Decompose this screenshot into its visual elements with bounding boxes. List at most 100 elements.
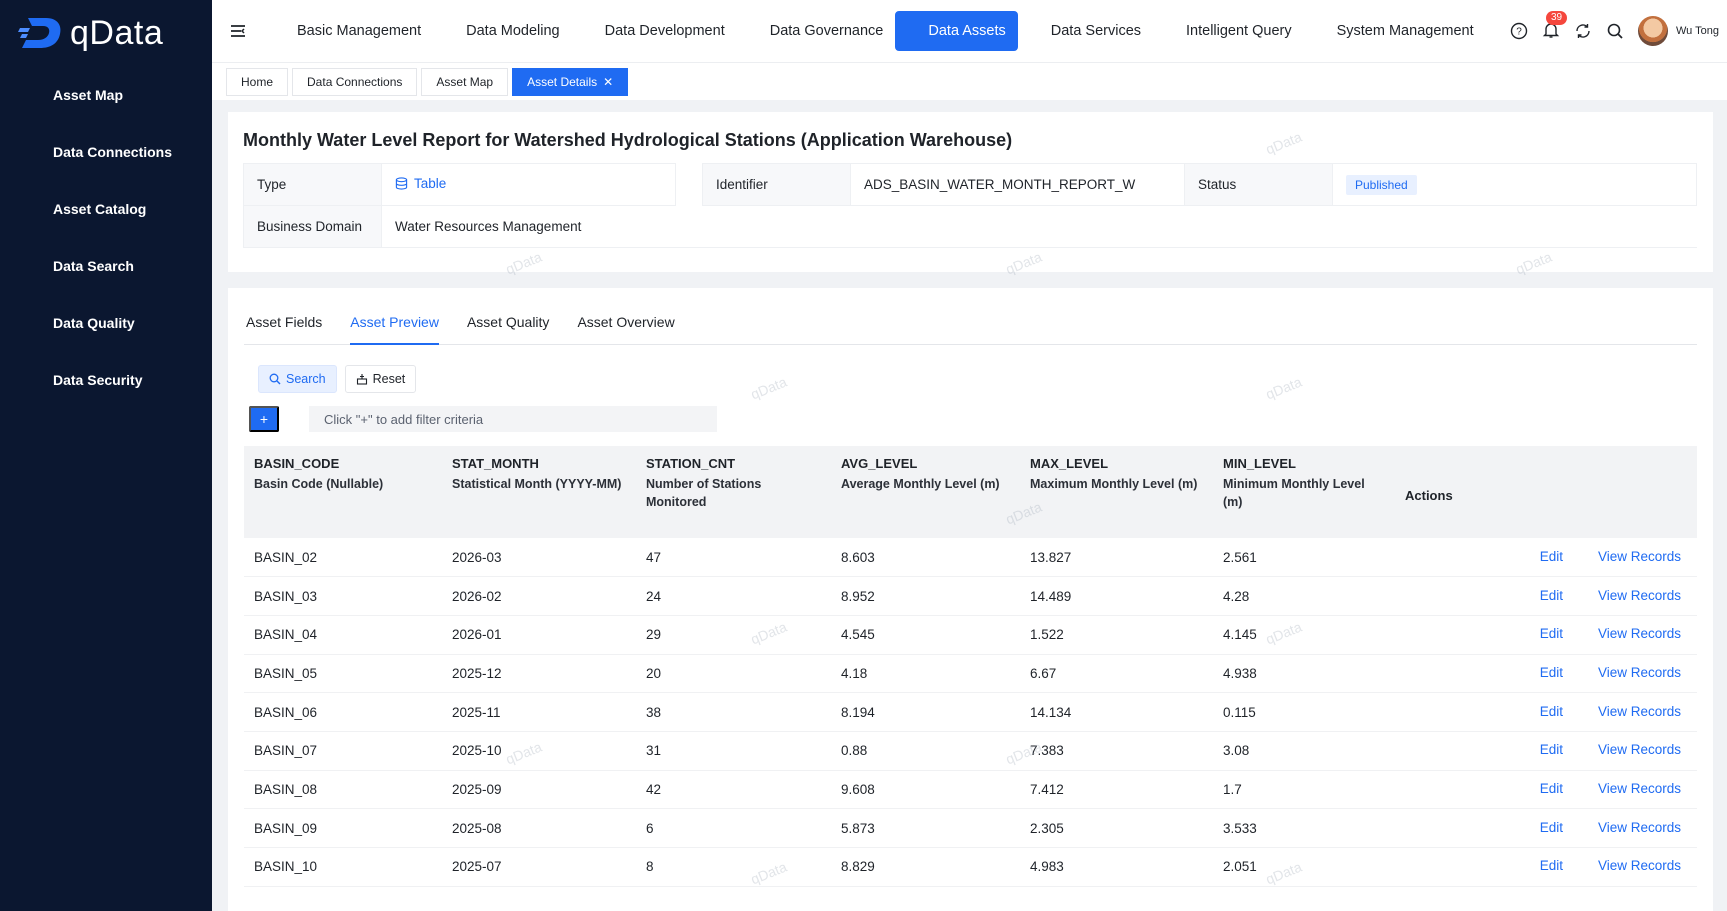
sort-icon[interactable] [452, 497, 462, 511]
sort-icon[interactable] [254, 497, 264, 511]
connection-icon [20, 143, 37, 160]
sidebar-item-label: Data Security [53, 371, 143, 388]
column-header-min_level[interactable]: MIN_LEVEL Minimum Monthly Level (m) [1213, 446, 1393, 538]
column-header-stat_month[interactable]: STAT_MONTH Statistical Month (YYYY-MM) [442, 446, 636, 538]
sidebar-item-data-search[interactable]: Data Search [0, 237, 212, 294]
cell-avg_level: 0.88 [831, 731, 1020, 771]
notification-button[interactable]: 39 [1542, 10, 1568, 42]
user-avatar[interactable] [1637, 16, 1668, 46]
sidebar-item-label: Asset Catalog [53, 200, 147, 217]
view-records-button[interactable]: View Records [1579, 742, 1681, 757]
refresh-icon[interactable] [1574, 22, 1592, 40]
column-header-basin_code[interactable]: BASIN_CODE Basin Code (Nullable) [244, 446, 442, 538]
edit-button[interactable]: Edit [1521, 742, 1563, 757]
view-records-button[interactable]: View Records [1579, 858, 1681, 873]
topnav-data-modeling[interactable]: Data Modeling [433, 11, 572, 51]
hourglass-icon [1030, 24, 1044, 38]
topnav-intelligent-query[interactable]: Intelligent Query [1153, 11, 1304, 51]
view-records-button[interactable]: View Records [1579, 549, 1681, 564]
help-icon[interactable]: ? [1510, 22, 1528, 40]
sidebar-item-data-quality[interactable]: Data Quality [0, 294, 212, 351]
edit-pencil-icon [1521, 666, 1534, 679]
edit-button[interactable]: Edit [1521, 626, 1563, 641]
sort-icon[interactable] [646, 515, 656, 529]
column-header-station_cnt[interactable]: STATION_CNT Number of Stations Monitored [636, 446, 831, 538]
sort-icon[interactable] [841, 497, 851, 511]
reset-button[interactable]: Reset [344, 365, 417, 393]
asset-info-card: Monthly Water Level Report for Watershed… [228, 112, 1713, 272]
domain-value: Water Resources Management [381, 205, 1697, 248]
governance-icon [749, 24, 763, 38]
cell-station_cnt: 38 [636, 692, 831, 732]
column-header-max_level[interactable]: MAX_LEVEL Maximum Monthly Level (m) [1020, 446, 1213, 538]
topnav-basic-management[interactable]: Basic Management [264, 11, 433, 51]
column-header-actions: Actions [1393, 446, 1697, 538]
subtab-asset-quality[interactable]: Asset Quality [467, 314, 549, 344]
menu-collapse-icon [231, 25, 245, 37]
tab-home[interactable]: Home [226, 67, 289, 96]
view-records-button[interactable]: View Records [1579, 588, 1681, 603]
brand-logo[interactable]: qData [0, 0, 212, 66]
edit-button[interactable]: Edit [1521, 704, 1563, 719]
row-actions: Edit View Records [1393, 847, 1697, 887]
settings-icon [1316, 24, 1330, 38]
tab-asset-details[interactable]: Asset Details ✕ [512, 67, 629, 96]
sidebar-item-asset-map[interactable]: Asset Map [0, 66, 212, 123]
sidebar-item-data-security[interactable]: Data Security [0, 351, 212, 408]
sort-icon[interactable] [1030, 497, 1040, 511]
topnav-data-services[interactable]: Data Services [1018, 11, 1153, 51]
filter-criteria-input[interactable]: Click "+" to add filter criteria [309, 406, 717, 432]
view-records-button[interactable]: View Records [1579, 704, 1681, 719]
topnav-system-management[interactable]: System Management [1304, 11, 1486, 51]
document-icon [584, 24, 598, 38]
cell-basin_code: BASIN_03 [244, 576, 442, 616]
cell-avg_level: 8.194 [831, 692, 1020, 732]
search-button[interactable]: Search [258, 365, 337, 393]
cell-min_level: 2.051 [1213, 847, 1393, 887]
tab-data-connections[interactable]: Data Connections [292, 67, 418, 96]
status-badge: Published [1346, 175, 1417, 195]
reset-button-label: Reset [372, 372, 406, 386]
asset-preview-card: Asset Fields Asset Preview Asset Quality As… [228, 288, 1713, 911]
sidebar-item-data-connections[interactable]: Data Connections [0, 123, 212, 180]
subtab-asset-fields[interactable]: Asset Fields [246, 314, 322, 344]
global-search-icon[interactable] [1606, 22, 1624, 40]
table-body: BASIN_02 2026-03 47 8.603 13.827 2.561 Edit Vie… [244, 538, 1697, 887]
edit-button[interactable]: Edit [1521, 781, 1563, 796]
type-value-link[interactable]: Table [395, 176, 446, 191]
cell-basin_code: BASIN_10 [244, 847, 442, 887]
edit-button[interactable]: Edit [1521, 820, 1563, 835]
topnav-data-development[interactable]: Data Development [572, 11, 737, 51]
view-records-button[interactable]: View Records [1579, 626, 1681, 641]
user-name[interactable]: Wu Tong [1676, 25, 1719, 37]
cell-basin_code: BASIN_09 [244, 808, 442, 848]
edit-label: Edit [1539, 664, 1563, 680]
topnav-data-governance[interactable]: Data Governance [737, 11, 896, 51]
eye-icon [1579, 666, 1592, 679]
search-icon [20, 257, 37, 274]
cell-station_cnt: 20 [636, 654, 831, 694]
edit-pencil-icon [1521, 859, 1534, 872]
view-records-button[interactable]: View Records [1579, 820, 1681, 835]
add-filter-button[interactable]: + [249, 406, 279, 432]
subtab-asset-overview[interactable]: Asset Overview [577, 314, 674, 344]
row-actions: Edit View Records [1393, 654, 1697, 694]
tab-label: Asset Map [436, 74, 494, 89]
topnav-data-assets[interactable]: Data Assets [895, 11, 1018, 51]
edit-button[interactable]: Edit [1521, 588, 1563, 603]
status-label: Status [1184, 163, 1333, 206]
close-icon[interactable]: ✕ [603, 75, 613, 89]
menu-toggle-button[interactable] [212, 0, 264, 62]
tab-asset-map[interactable]: Asset Map [421, 67, 509, 96]
edit-button[interactable]: Edit [1521, 665, 1563, 680]
sidebar-item-asset-catalog[interactable]: Asset Catalog [0, 180, 212, 237]
sort-icon[interactable] [1223, 515, 1233, 529]
column-header-avg_level[interactable]: AVG_LEVEL Average Monthly Level (m) [831, 446, 1020, 538]
cell-stat_month: 2026-02 [442, 576, 636, 616]
view-records-button[interactable]: View Records [1579, 665, 1681, 680]
view-records-button[interactable]: View Records [1579, 781, 1681, 796]
cell-basin_code: BASIN_08 [244, 770, 442, 810]
edit-button[interactable]: Edit [1521, 858, 1563, 873]
edit-button[interactable]: Edit [1521, 549, 1563, 564]
subtab-asset-preview[interactable]: Asset Preview [350, 314, 439, 345]
